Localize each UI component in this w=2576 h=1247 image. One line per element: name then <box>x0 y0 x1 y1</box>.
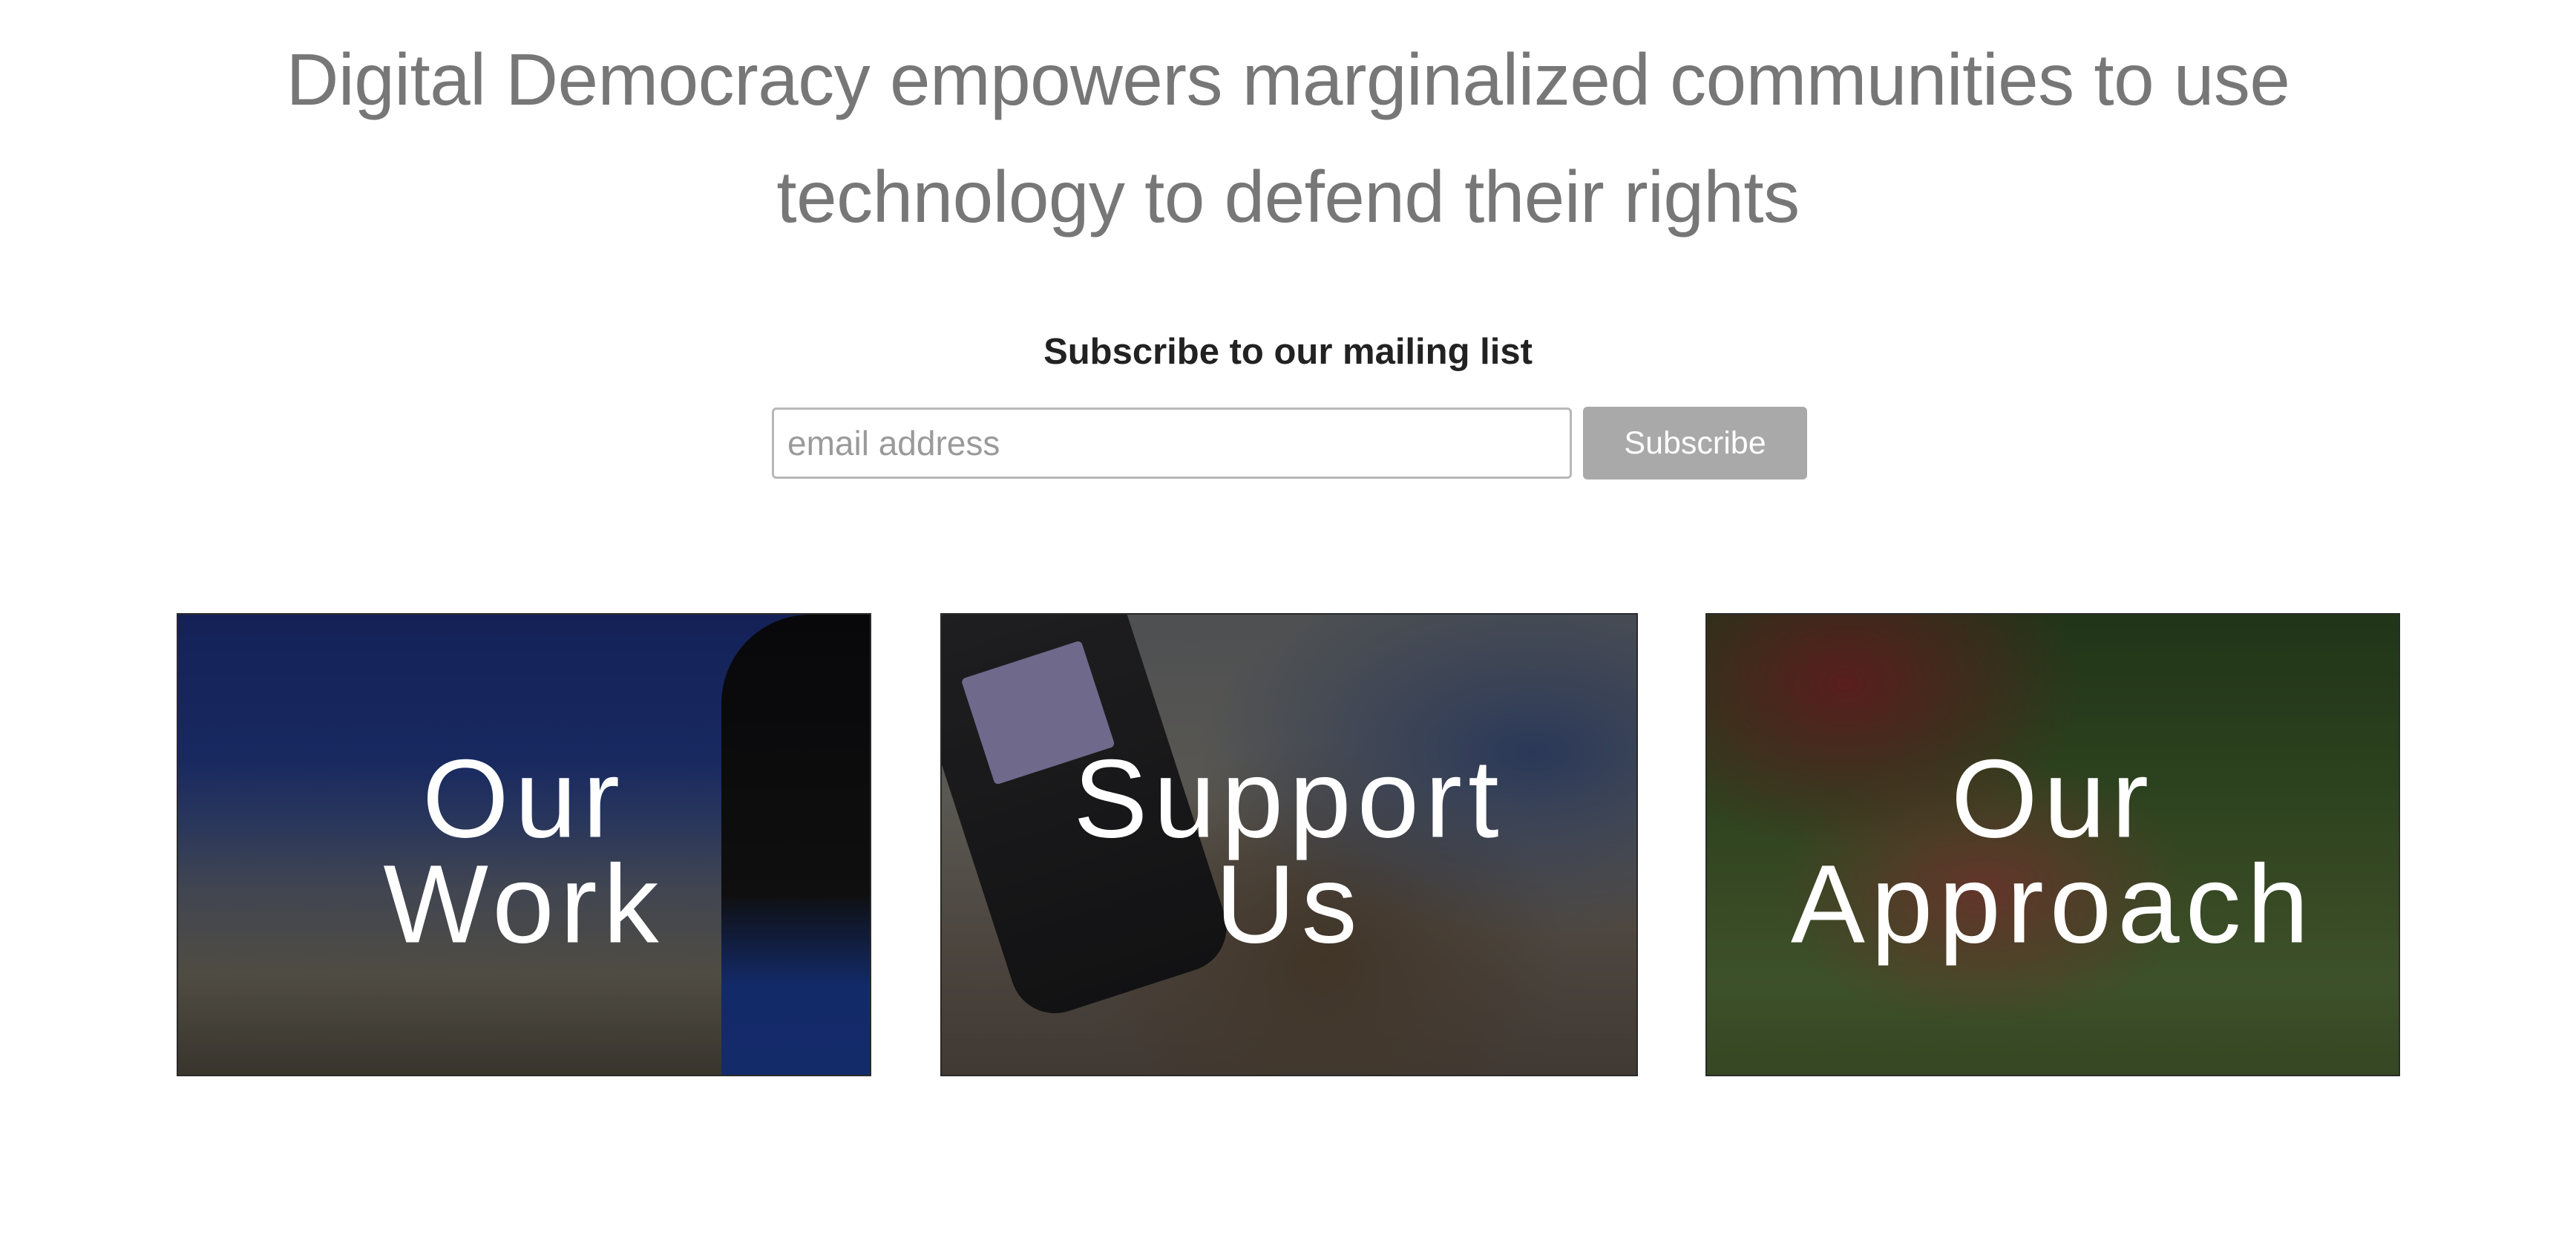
card-label-line: Us <box>1215 841 1363 966</box>
our-work-label: Our Work <box>178 736 870 966</box>
our-approach-label: Our Approach <box>1707 736 2399 966</box>
page: Digital Democracy empowers marginalized … <box>0 0 2576 1247</box>
subscribe-button[interactable]: Subscribe <box>1583 407 1807 480</box>
support-us-card[interactable]: Support Us <box>940 613 1638 1076</box>
card-label-line: Support <box>1073 736 1505 861</box>
card-label-line: Our <box>1950 736 2155 861</box>
our-approach-card[interactable]: Our Approach <box>1705 613 2400 1076</box>
our-work-card[interactable]: Our Work <box>177 613 871 1076</box>
subscribe-heading: Subscribe to our mailing list <box>1043 332 1533 372</box>
tagline-line-1: Digital Democracy empowers marginalized … <box>286 39 2290 120</box>
card-label-line: Our <box>422 736 626 861</box>
site-tagline: Digital Democracy empowers marginalized … <box>0 21 2576 255</box>
card-label-line: Work <box>383 841 665 966</box>
tagline-line-2: technology to defend their rights <box>776 156 1800 238</box>
card-label-line: Approach <box>1790 841 2316 966</box>
email-field[interactable] <box>772 408 1572 479</box>
support-us-label: Support Us <box>942 736 1636 966</box>
